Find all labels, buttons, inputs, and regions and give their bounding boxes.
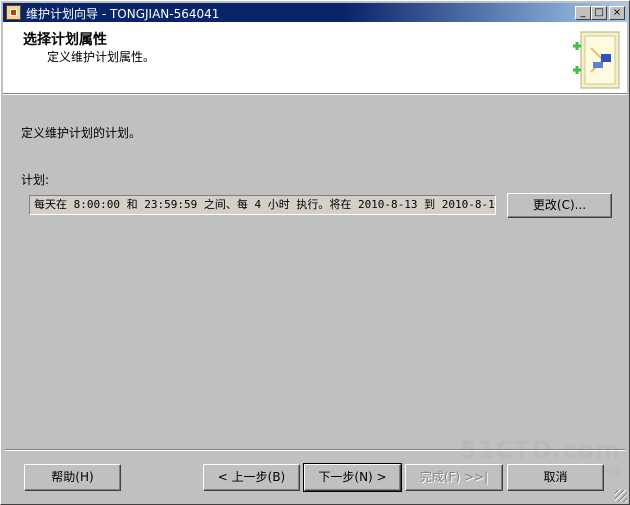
wizard-header: 选择计划属性 定义维护计划属性。 xyxy=(3,22,627,95)
maximize-button[interactable]: □ xyxy=(591,6,607,20)
help-button[interactable]: 帮助(H) xyxy=(24,464,121,491)
wizard-graphic-icon xyxy=(573,31,620,89)
page-title: 选择计划属性 xyxy=(23,32,107,48)
change-schedule-button[interactable]: 更改(C)... xyxy=(507,193,612,218)
step-description: 定义维护计划的计划。 xyxy=(21,126,142,140)
footer-separator xyxy=(5,449,625,451)
schedule-label: 计划: xyxy=(21,173,50,187)
page-subtitle: 定义维护计划属性。 xyxy=(47,50,156,64)
title-bar[interactable]: 维护计划向导 - TONGJIAN-564041 _ □ × xyxy=(3,3,627,22)
resize-grip[interactable] xyxy=(615,490,627,502)
next-button[interactable]: 下一步(N) > xyxy=(303,463,402,492)
finish-button[interactable]: 完成(F) >>| xyxy=(405,464,503,491)
close-button[interactable]: × xyxy=(609,6,625,20)
minimize-button[interactable]: _ xyxy=(575,6,591,20)
window-title: 维护计划向导 - TONGJIAN-564041 xyxy=(26,7,220,21)
wizard-window: 维护计划向导 - TONGJIAN-564041 _ □ × 选择计划属性 定义… xyxy=(0,0,630,505)
schedule-field: 每天在 8:00:00 和 23:59:59 之间、每 4 小时 执行。将在 2… xyxy=(29,195,496,215)
back-button[interactable]: < 上一步(B) xyxy=(203,464,300,491)
app-icon xyxy=(6,5,21,20)
cancel-button[interactable]: 取消 xyxy=(507,464,604,491)
